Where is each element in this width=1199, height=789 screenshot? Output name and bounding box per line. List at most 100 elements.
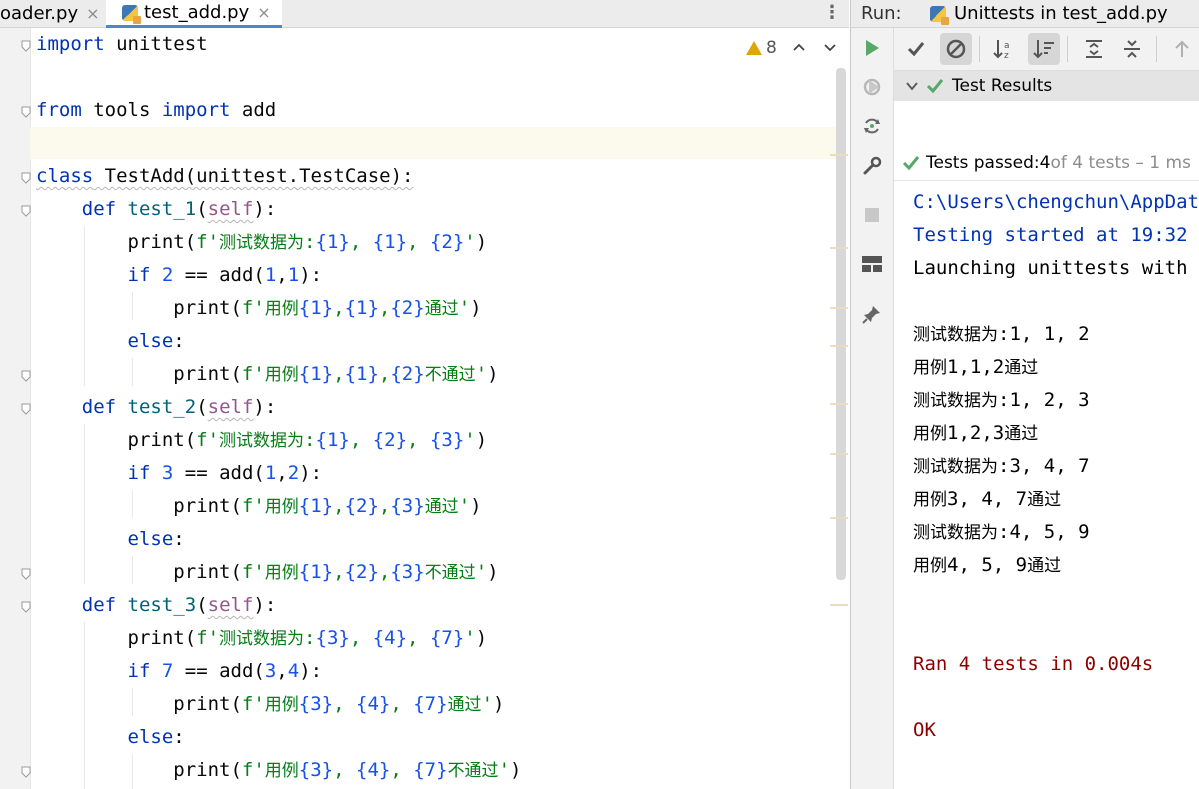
test-results-label: Test Results: [952, 76, 1053, 96]
toolbar-separator: [1156, 36, 1157, 62]
code-area[interactable]: import unittest from tools import add clas…: [36, 28, 836, 789]
tab-test-add-py[interactable]: test_add.py ×: [106, 0, 282, 28]
collapse-all-icon[interactable]: [1116, 33, 1148, 65]
code-line: from tools import add: [36, 99, 277, 121]
fold-marker-icon[interactable]: [21, 403, 31, 415]
layout-icon[interactable]: [858, 250, 886, 278]
toolbar-separator: [979, 36, 980, 62]
close-icon[interactable]: ×: [257, 3, 270, 22]
editor-tab-bar: oader.py × test_add.py × ⋮: [0, 0, 849, 28]
expand-all-icon[interactable]: [1078, 33, 1110, 65]
status-suffix: of 4 tests – 1 ms: [1050, 153, 1191, 173]
fold-marker-icon[interactable]: [21, 370, 31, 382]
marker-stripe: [830, 247, 848, 249]
code-line: class TestAdd(unittest.TestCase):: [36, 165, 414, 187]
pin-icon[interactable]: [858, 300, 886, 328]
test-results-node[interactable]: Test Results: [894, 71, 1199, 101]
fold-marker-icon[interactable]: [21, 568, 31, 580]
console-line: 测试数据为:1, 1, 2: [913, 323, 1090, 345]
run-config-title: Unittests in test_add.py: [954, 3, 1168, 24]
console-line: 用例1,2,3通过: [913, 422, 1039, 444]
tab-loader-py[interactable]: oader.py ×: [0, 0, 104, 27]
console-line: 测试数据为:4, 5, 9: [913, 521, 1090, 543]
console-line: 用例4, 5, 9通过: [913, 554, 1062, 576]
console-line: Testing started at 19:32: [913, 224, 1188, 246]
close-icon[interactable]: ×: [86, 4, 99, 23]
console-line: 测试数据为:1, 2, 3: [913, 389, 1090, 411]
code-line: print(f'用例{1},{2},{3}通过'): [36, 495, 482, 517]
show-passed-icon[interactable]: [900, 33, 932, 65]
code-line: print(f'用例{1},{2},{3}不通过'): [36, 561, 499, 583]
run-side-toolbar: [851, 28, 894, 789]
fold-marker-icon[interactable]: [21, 601, 31, 613]
fold-marker-icon[interactable]: [21, 766, 31, 778]
run-header: Run: Unittests in test_add.py: [851, 0, 1199, 28]
console-line: Ran 4 tests in 0.004s: [913, 653, 1154, 675]
code-line: print(f'用例{3}, {4}, {7}通过'): [36, 693, 505, 715]
editor-scrollbar[interactable]: [836, 68, 846, 580]
test-toolbar: az: [894, 28, 1199, 71]
console-line: Launching unittests with: [913, 257, 1188, 279]
code-line: def test_1(self):: [81, 198, 277, 220]
marker-stripe: [830, 154, 848, 156]
code-line: else:: [127, 330, 185, 352]
editor-gutter: [0, 28, 31, 789]
code-line: else:: [127, 726, 185, 748]
code-line: if 7 == add(3,4):: [127, 660, 323, 682]
code-line: print(f'测试数据为:{3}, {4}, {7}'): [36, 627, 488, 649]
console-line: 测试数据为:3, 4, 7: [913, 455, 1090, 477]
fold-marker-icon[interactable]: [21, 172, 31, 184]
python-test-icon: [930, 5, 949, 25]
marker-stripe: [830, 453, 848, 455]
fold-marker-icon[interactable]: [21, 106, 31, 118]
sort-by-duration-icon[interactable]: [1028, 33, 1060, 65]
sort-alphabetically-icon[interactable]: az: [988, 33, 1020, 65]
chevron-down-icon[interactable]: [821, 36, 839, 58]
more-options-icon[interactable]: ⋮: [823, 2, 841, 26]
run-config-tab[interactable]: Unittests in test_add.py: [926, 0, 1168, 27]
python-file-icon: [122, 4, 141, 24]
code-line: import unittest: [36, 33, 208, 55]
code-line: else:: [127, 528, 185, 550]
console-line: OK: [913, 719, 936, 741]
marker-stripe: [830, 517, 848, 519]
marker-stripe: [830, 604, 848, 606]
show-ignored-icon[interactable]: [940, 33, 972, 65]
check-icon: [902, 156, 920, 171]
fold-marker-icon[interactable]: [21, 205, 31, 217]
code-line: print(f'用例{3}, {4}, {7}不通过'): [36, 759, 522, 781]
rerun-failed-icon[interactable]: [858, 73, 886, 101]
svg-text:z: z: [1004, 51, 1009, 61]
run-tool-window: Run: Unittests in test_add.py a z Test R…: [850, 0, 1199, 789]
console-line: 用例1,1,2通过: [913, 356, 1039, 378]
toggle-auto-test-icon[interactable]: [858, 112, 886, 140]
chevron-down-icon[interactable]: [906, 81, 918, 91]
rerun-icon[interactable]: [858, 34, 886, 62]
warning-icon: [746, 41, 762, 55]
inspection-widget[interactable]: 8: [746, 36, 777, 60]
code-line: print(f'测试数据为:{1}, {1}, {2}'): [36, 231, 488, 253]
chevron-up-icon[interactable]: [790, 36, 808, 58]
console-line: 用例3, 4, 7通过: [913, 488, 1062, 510]
fold-marker-icon[interactable]: [21, 40, 31, 52]
marker-stripe: [830, 307, 848, 309]
marker-stripe: [830, 403, 848, 405]
stop-icon[interactable]: [858, 201, 886, 229]
svg-text:a: a: [1004, 41, 1010, 51]
tab-label: oader.py: [0, 3, 79, 24]
code-line: print(f'用例{1},{1},{2}通过'): [36, 297, 482, 319]
console-line: C:\Users\chengchun\AppData: [913, 191, 1199, 213]
previous-failed-icon[interactable]: [1166, 33, 1198, 65]
console-output[interactable]: C:\Users\chengchun\AppData Testing starte…: [913, 186, 1199, 789]
wrench-icon[interactable]: [858, 152, 886, 180]
test-status-bar: Tests passed: 4 of 4 tests – 1 ms: [894, 146, 1199, 181]
code-line: print(f'测试数据为:{1}, {2}, {3}'): [36, 429, 488, 451]
code-line: if 2 == add(1,1):: [127, 264, 323, 286]
code-line: def test_3(self):: [81, 594, 277, 616]
check-icon: [926, 79, 944, 94]
marker-stripe: [830, 345, 848, 347]
code-line: print(f'用例{1},{1},{2}不通过'): [36, 363, 499, 385]
code-line: def test_2(self):: [81, 396, 277, 418]
run-label: Run:: [861, 3, 902, 24]
status-prefix: Tests passed:: [926, 153, 1040, 173]
